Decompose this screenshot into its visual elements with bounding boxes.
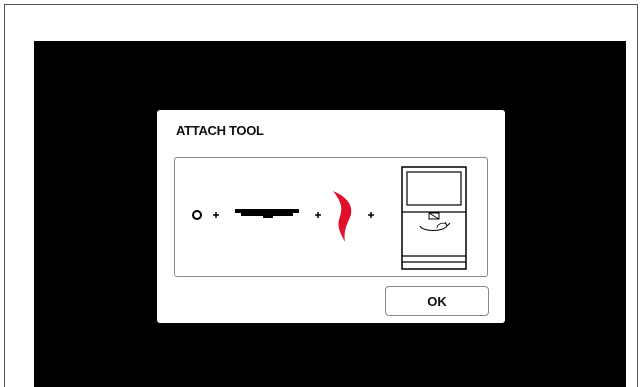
plus-icon (368, 212, 374, 218)
tool-bar-icon (235, 209, 299, 218)
ring-icon (192, 210, 202, 220)
machine-icon (401, 166, 467, 270)
ok-button[interactable]: OK (385, 286, 489, 316)
illustration-svg (192, 166, 467, 270)
blade-icon (333, 191, 352, 242)
plus-icon (213, 212, 219, 218)
dialog-title: ATTACH TOOL (176, 123, 264, 138)
attach-tool-dialog: ATTACH TOOL OK (157, 110, 505, 323)
attach-tool-illustration (174, 157, 488, 277)
plus-icon (315, 212, 321, 218)
